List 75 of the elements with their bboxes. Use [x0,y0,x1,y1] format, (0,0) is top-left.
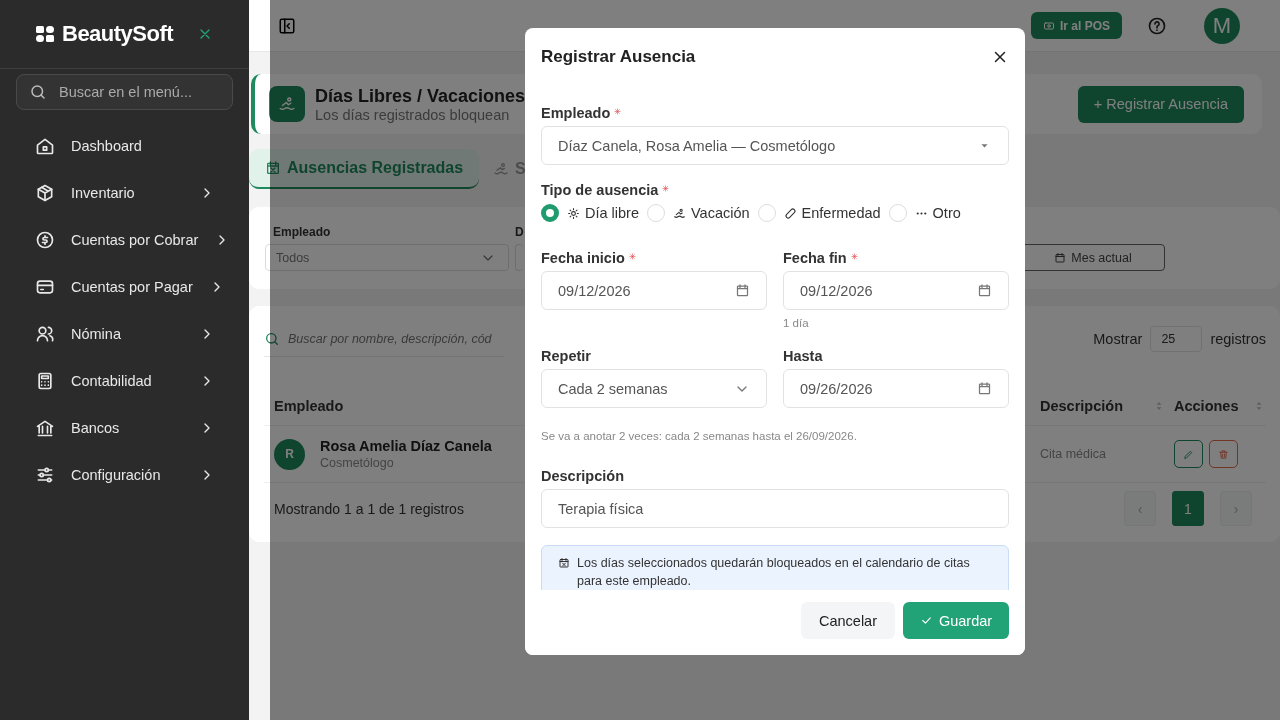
sidebar-item[interactable]: Configuración [71,466,183,483]
repeat-select[interactable]: Cada 2 semanas [541,369,767,408]
calendar-icon [265,160,281,176]
pencil-icon [1183,448,1194,460]
date-field[interactable]: 09/12/2026 [783,271,1009,310]
sidebar-item[interactable]: Cuentas por Pagar [71,278,193,295]
field-hint: 1 día [783,317,810,329]
swimmer-icon [673,206,686,220]
page-subtitle: Los días registrados bloquean [315,106,510,123]
employee-role: Cosmetólogo [320,456,395,470]
menu-search-input[interactable]: Buscar en el menú... [57,83,220,101]
cube-icon [35,182,55,203]
brand-name: BeautySoft [62,21,174,47]
logo-icon [36,26,54,42]
search-icon [29,83,47,101]
employee-select[interactable]: Díaz Canela, Rosa Amelia — Cosmetólogo [541,126,1009,165]
sidebar-item[interactable]: Contabilidad [71,372,183,389]
table-search-field[interactable]: Buscar por nombre, descripción, cód [264,321,504,357]
records-summary: Mostrando 1 a 1 de 1 registros [274,500,464,517]
radio-label: Vacación [691,205,750,221]
radio-label: Enfermedad [801,205,881,221]
field-label: Descripción [541,468,624,484]
date-field[interactable]: 09/12/2026 [541,271,767,310]
radio-button[interactable] [541,204,559,222]
swimmer-icon [269,86,305,122]
trash-icon [1218,448,1229,460]
filter-label: D [515,225,524,239]
table-cell-text: Cita médica [1040,447,1107,461]
calendar-icon [558,557,570,569]
field-label: Fecha fin [783,250,847,266]
info-text: Los días seleccionados quedarán bloqueados en el calendario de citas para este empleado. [577,555,971,590]
column-header: Acciones [1174,398,1239,414]
search-icon [264,330,280,347]
radio-label: Otro [932,205,961,221]
field-label: Empleado [541,105,611,121]
calculator-icon [35,370,55,391]
description-field[interactable]: Terapia física [541,489,1009,528]
repeat-note: Se va a anotar 2 veces: cada 2 semanas hasta el 26/09/2026. [541,430,858,442]
sidebar-item[interactable]: Cuentas por Cobrar [71,231,199,248]
page-size-label: Mostrar [1093,331,1143,347]
sidebar-item[interactable]: Nómina [71,325,183,342]
menu-search-field[interactable]: Buscar en el menú... [16,74,233,110]
column-header: Empleado [274,398,344,414]
delete-button[interactable] [1209,440,1238,468]
help-icon[interactable] [1147,15,1167,36]
field-label: Repetir [541,348,591,364]
cancel-button[interactable]: Cancelar [801,602,895,639]
check-icon [919,614,933,627]
calendar-icon [1054,251,1067,264]
field-label: Fecha inicio [541,250,625,266]
radio-label: Día libre [585,205,639,221]
column-header: Descripción [1040,398,1123,414]
sidebar-item[interactable]: Bancos [71,419,183,436]
field-label: Hasta [783,348,823,364]
sidebar-toggle-icon[interactable] [278,16,296,35]
sun-icon [567,206,580,220]
field-label: Tipo de ausencia [541,182,659,198]
calendar-icon [977,381,992,396]
employee-name: Rosa Amelia Díaz Canela [320,438,492,454]
date-field[interactable]: 09/26/2026 [783,369,1009,408]
employee-avatar: R [274,438,305,470]
bandage-icon [783,206,797,220]
filter-label: Empleado [272,225,332,239]
modal-title: Registrar Ausencia [541,46,696,67]
sidebar-item[interactable]: Dashboard [71,137,215,154]
calendar-icon [735,283,750,298]
swimmer-icon [493,161,510,177]
sidebar-item[interactable]: Inventario [71,184,183,201]
page-title: Días Libres / Vacaciones [315,85,526,107]
page-size-label: registros [1210,331,1266,347]
dollar-icon [35,229,55,250]
page-size-field[interactable]: 25 [1150,326,1203,352]
cash-icon [1042,19,1055,32]
calendar-icon [977,283,992,298]
edit-button[interactable] [1174,440,1203,468]
